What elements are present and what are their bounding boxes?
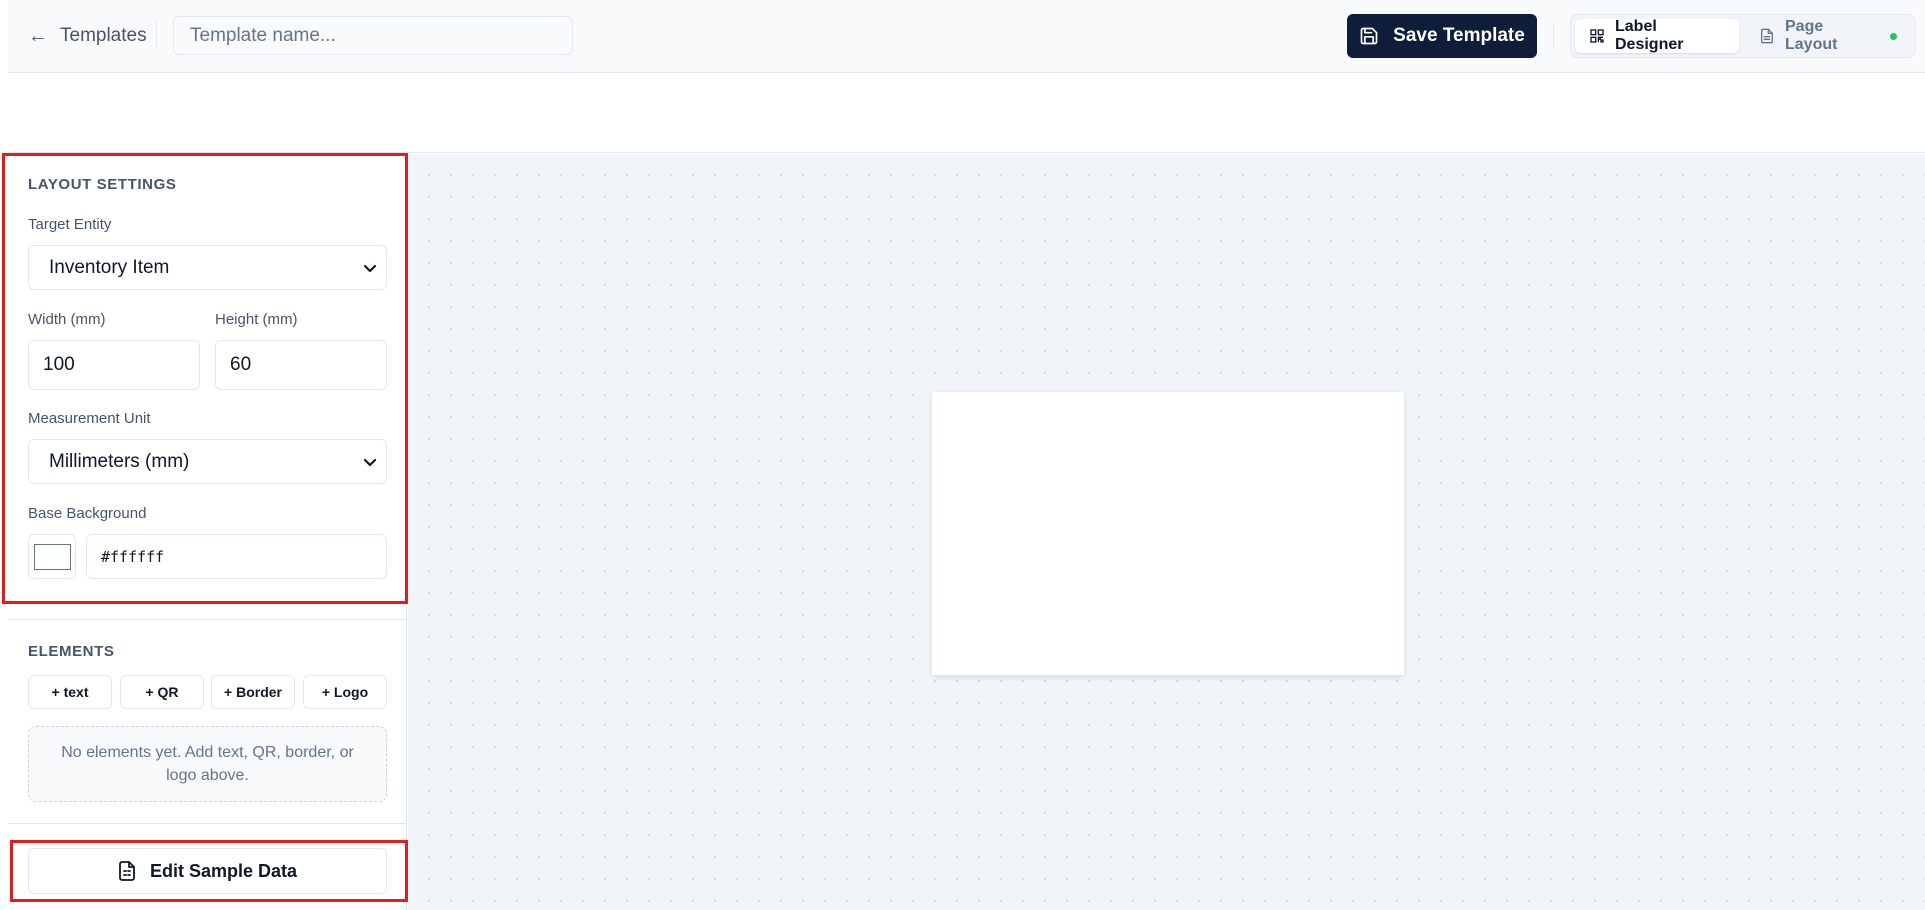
status-dot (1890, 32, 1897, 40)
layout-settings-title: LAYOUT SETTINGS (28, 176, 177, 193)
edit-sample-data-label: Edit Sample Data (149, 860, 298, 881)
tab-label-designer-label: Label Designer (1615, 18, 1684, 53)
background-hex-input[interactable]: #ffffff (86, 534, 387, 579)
target-entity-value: Inventory Item (49, 256, 170, 278)
back-to-templates-link[interactable]: ← Templates (28, 20, 147, 52)
width-input[interactable]: 100 (28, 340, 200, 390)
add-logo-button[interactable]: + Logo (303, 675, 387, 709)
add-qr-button[interactable]: + QR (120, 675, 204, 709)
measurement-unit-value: Millimeters (mm) (49, 450, 190, 472)
label-preview[interactable] (932, 392, 1404, 675)
toolbar-divider (1553, 22, 1554, 48)
sub-toolbar (8, 73, 1925, 153)
width-label: Width (mm) (28, 311, 106, 328)
section-divider (8, 823, 406, 824)
chevron-down-icon (363, 458, 377, 467)
settings-sidebar: LAYOUT SETTINGS Target Entity Inventory … (2, 153, 408, 910)
measurement-unit-label: Measurement Unit (28, 410, 151, 427)
background-color-picker[interactable] (28, 534, 76, 579)
design-canvas[interactable] (408, 154, 1925, 910)
file-spreadsheet-icon (119, 861, 135, 881)
toolbar-divider (156, 22, 157, 48)
target-entity-select[interactable]: Inventory Item (28, 245, 387, 290)
measurement-unit-select[interactable]: Millimeters (mm) (28, 439, 387, 484)
color-swatch (34, 544, 71, 570)
file-text-icon (1761, 28, 1773, 44)
template-name-input[interactable] (173, 16, 573, 55)
arrow-left-icon: ← (28, 24, 48, 47)
save-template-button[interactable]: Save Template (1347, 14, 1537, 58)
top-toolbar: ← Templates Save Template Label Designer… (8, 0, 1925, 73)
elements-title: ELEMENTS (28, 643, 115, 660)
height-input[interactable]: 60 (215, 340, 387, 390)
background-hex-value: #ffffff (101, 547, 165, 566)
tab-page-layout-label: Page Layout (1785, 18, 1838, 53)
chevron-down-icon (363, 264, 377, 273)
save-template-label: Save Template (1393, 25, 1525, 46)
height-label: Height (mm) (215, 311, 298, 328)
qr-code-icon (1590, 29, 1604, 43)
target-entity-label: Target Entity (28, 216, 112, 233)
width-value: 100 (43, 354, 75, 375)
height-value: 60 (230, 354, 252, 375)
mode-switcher: Label Designer Page Layout (1570, 14, 1916, 58)
empty-elements-message: No elements yet. Add text, QR, border, o… (28, 726, 387, 802)
tab-label-designer[interactable]: Label Designer (1575, 18, 1739, 53)
edit-sample-data-button[interactable]: Edit Sample Data (28, 848, 387, 894)
save-icon (1360, 27, 1378, 45)
back-link-label: Templates (60, 25, 147, 46)
base-background-label: Base Background (28, 505, 147, 522)
section-divider (8, 619, 406, 620)
add-text-button[interactable]: + text (28, 675, 112, 709)
add-border-button[interactable]: + Border (211, 675, 295, 709)
tab-page-layout[interactable]: Page Layout (1745, 18, 1911, 53)
